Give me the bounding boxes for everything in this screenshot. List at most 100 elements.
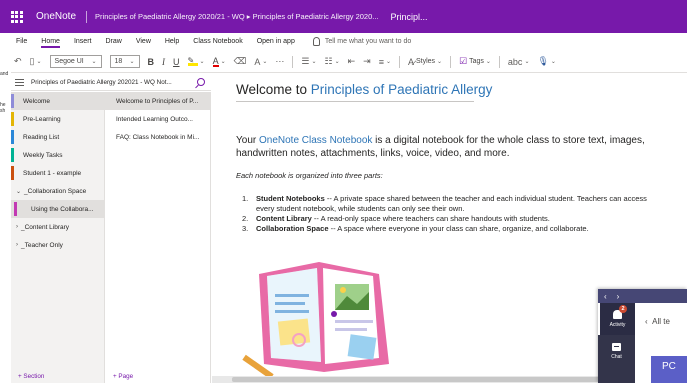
app-name[interactable]: OneNote [36,11,76,22]
bullets-icon[interactable]: ☰ ⌄ [301,56,316,67]
intro-accent: OneNote Class Notebook [258,135,373,146]
underline-button[interactable]: U [173,57,180,67]
page-title-prefix: Welcome to [236,82,311,97]
organized-caption[interactable]: Each notebook is organized into three pa… [236,171,383,180]
activity-button[interactable]: 2 Activity [598,303,635,335]
font-family-select[interactable]: Segoe UI ⌄ [49,55,102,68]
ribbon-divider [498,55,500,68]
styles-label: Styles [415,58,436,65]
bold-button[interactable]: B [148,57,155,67]
indent-icon[interactable]: ⇥ [363,56,371,67]
notebook-title[interactable]: Principles of Paediatric Allergy 202021 … [31,79,197,86]
ribbon-divider [292,55,294,68]
ribbon-divider [399,55,400,68]
menu-class-notebook[interactable]: Class Notebook [193,38,242,45]
section-label: Student 1 - example [23,169,82,177]
section-group-teacher-only[interactable]: › _Teacher Only [11,236,104,254]
team-tile[interactable]: PC [651,356,687,383]
activity-label: Activity [609,322,626,328]
waffle-icon [10,10,23,23]
chat-icon [612,342,621,351]
hamburger-menu-icon[interactable] [15,77,24,88]
menu-view[interactable]: View [136,38,151,45]
spelling-icon[interactable]: abc ⌄ [508,57,530,67]
part-name: Student Notebooks [256,194,325,203]
italic-button[interactable]: I [162,57,165,67]
section-label: Reading List [23,133,60,141]
clear-format-icon[interactable]: ⌫ [234,56,247,67]
font-size-select[interactable]: 18 ⌄ [109,55,140,68]
menu-file[interactable]: File [16,38,27,45]
tags-label: Tags [469,58,484,65]
all-teams-link[interactable]: ‹ All te [645,317,670,326]
section-color-bar [11,166,14,180]
notebook-illustration [242,262,389,380]
edge-text: he sh [0,102,6,114]
page-title-breadcrumb: Principl... [390,11,428,22]
add-page-button[interactable]: + Page [113,373,133,380]
section-color-bar [11,94,14,108]
section-weekly-tasks[interactable]: Weekly Tasks [11,146,104,164]
teams-titlebar: ‹ › [598,289,687,303]
font-color-button[interactable]: A ⌄ [212,56,226,67]
menu-home[interactable]: Home [41,38,60,48]
text-effects-icon[interactable]: A ⌄ [254,57,267,67]
title-bar: OneNote Principles of Paediatric Allergy… [0,0,687,33]
part-desc: -- A read-only space where teachers can … [311,214,550,223]
list-item: 3. Collaboration Space -- A space where e… [242,224,667,234]
back-arrow-icon[interactable]: ‹ [604,292,607,301]
page-faq[interactable]: FAQ: Class Notebook in Mi... [105,128,210,146]
menu-draw[interactable]: Draw [105,38,121,45]
page-intended-learning[interactable]: Intended Learning Outco... [105,110,210,128]
lightbulb-icon [312,37,320,46]
chevron-right-icon: › [16,242,18,248]
section-label: Welcome [23,97,50,105]
app-launcher-button[interactable] [0,0,33,33]
forward-arrow-icon[interactable]: › [617,292,620,301]
scrollbar-thumb[interactable] [232,377,602,382]
outdent-icon[interactable]: ⇤ [348,56,356,67]
chat-button[interactable]: Chat [598,335,635,367]
part-name: Content Library [256,214,312,223]
section-pre-learning[interactable]: Pre-Learning [11,110,104,128]
ribbon-divider [450,55,452,68]
styles-button[interactable]: A̷ Styles ⌄ [408,57,442,67]
section-group-label: _Teacher Only [21,241,63,249]
horizontal-scrollbar[interactable] [212,376,602,383]
page-title[interactable]: Welcome to Principles of Paediatric Alle… [236,82,492,97]
font-family-value: Segoe UI [54,58,84,65]
menu-open-in-app[interactable]: Open in app [257,38,295,45]
align-icon[interactable]: ≡ ⌄ [379,57,391,67]
tags-button[interactable]: ☑ Tags ⌄ [459,56,491,67]
add-section-button[interactable]: + Section [18,373,44,380]
clipboard-icon[interactable]: ▯ ⌄ [30,56,42,67]
section-label: Weekly Tasks [23,151,63,159]
more-options-icon[interactable]: ⋯ [275,56,284,67]
notebook-breadcrumb[interactable]: Principles of Paediatric Allergy 2020/21… [95,12,378,21]
section-color-bar [11,112,14,126]
numbering-icon[interactable]: ☷ ⌄ [325,56,340,67]
menu-insert[interactable]: Insert [74,38,92,45]
tell-me-search[interactable]: Tell me what you want to do [312,37,412,46]
menu-help[interactable]: Help [165,38,179,45]
section-using-collaboration[interactable]: Using the Collabora... [11,200,104,218]
title-underline [236,101,474,102]
section-student-1[interactable]: Student 1 - example [11,164,104,182]
section-reading-list[interactable]: Reading List [11,128,104,146]
section-welcome[interactable]: Welcome [11,92,104,110]
page-welcome[interactable]: Welcome to Principles of P... [105,92,210,110]
tell-me-placeholder: Tell me what you want to do [324,38,412,45]
page-list: Welcome to Principles of P... Intended L… [105,92,211,383]
font-size-value: 18 [114,58,123,65]
page-title-accent: Principles of Paediatric Allergy [310,82,493,97]
parts-list[interactable]: 1. Student Notebooks -- A private space s… [242,194,667,234]
undo-icon[interactable]: ↶ [14,56,22,67]
highlight-button[interactable]: ✎ ⌄ [187,57,205,66]
section-group-collaboration[interactable]: ⌄ _Collaboration Space [11,182,104,200]
intro-paragraph[interactable]: Your OneNote Class Notebook is a digital… [236,134,676,160]
section-color-bar [11,148,14,162]
dictate-icon[interactable]: 🎙 ⌄ [537,56,555,67]
section-group-label: _Content Library [21,223,70,231]
search-icon[interactable] [197,78,205,86]
section-group-content-library[interactable]: › _Content Library [11,218,104,236]
